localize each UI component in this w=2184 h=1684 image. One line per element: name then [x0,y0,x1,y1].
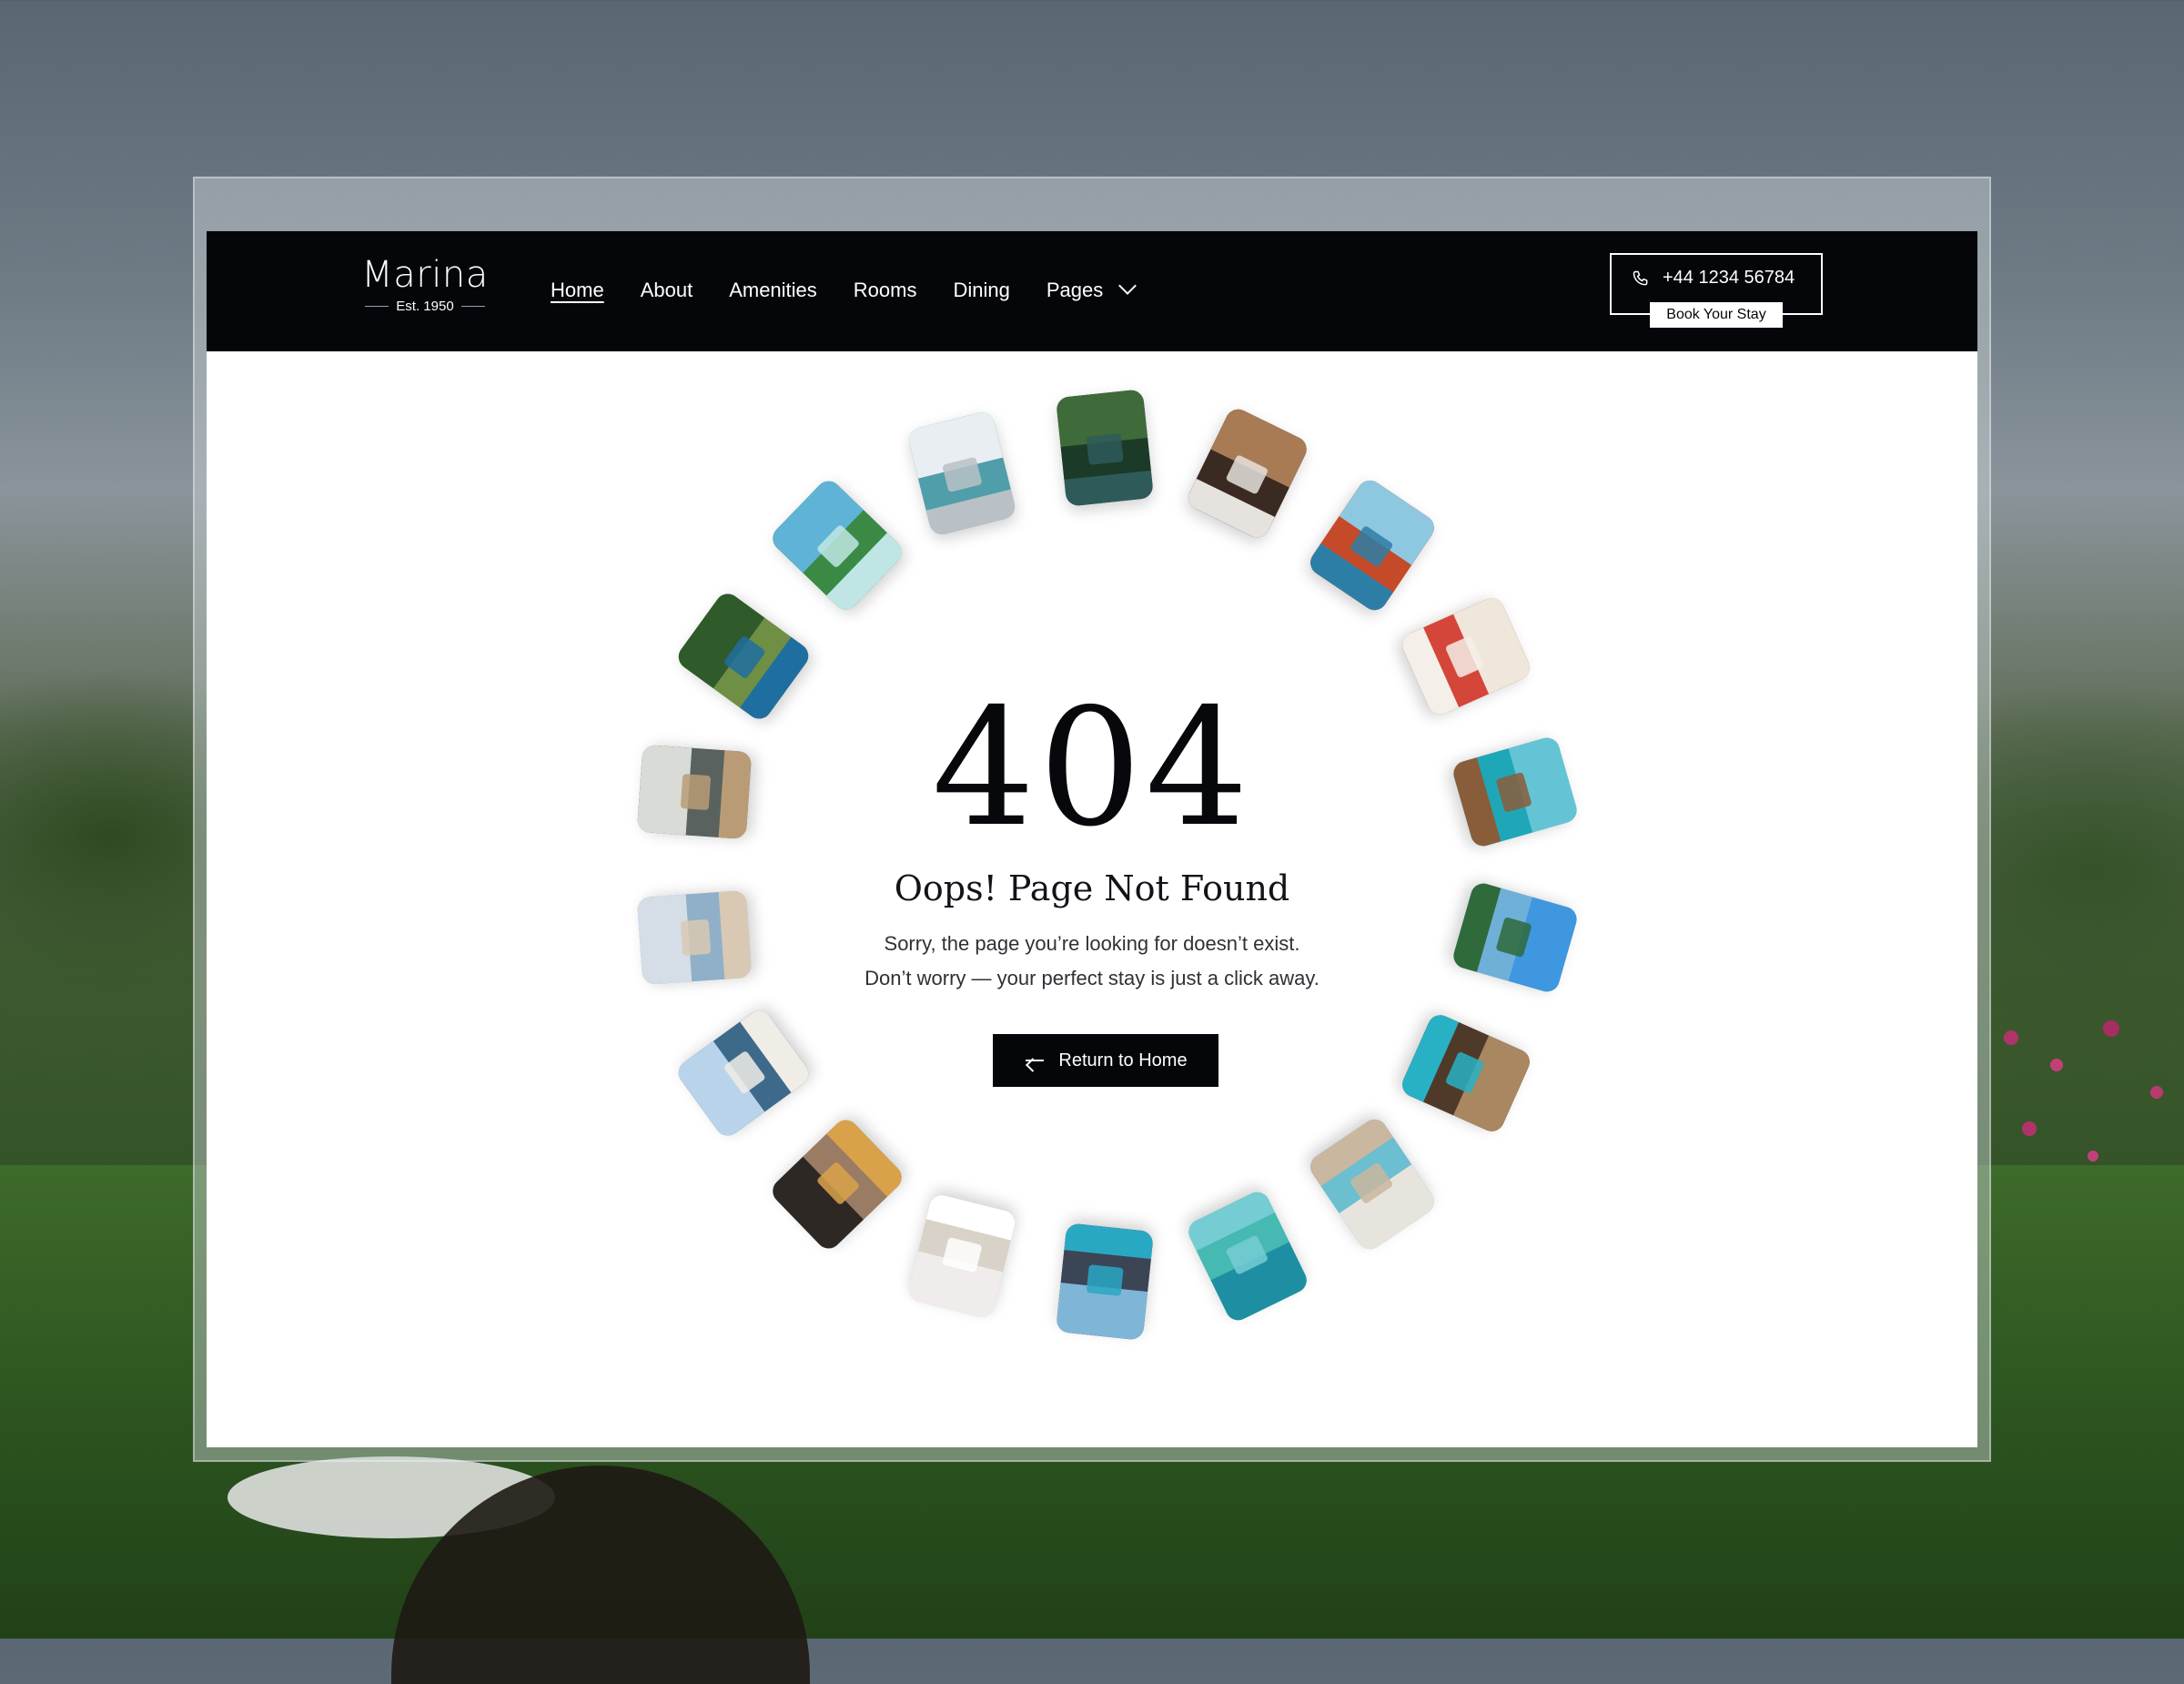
error-code: 404 [932,674,1252,862]
tropical-island-photo [767,475,907,615]
dining-table-photo [767,1114,907,1254]
background-flowers [1975,983,2184,1220]
chef-dish-photo [1184,404,1311,542]
living-room-photo [906,409,1018,537]
beach-cabana-photo [1306,1114,1440,1254]
poolside-loungers-photo [1306,475,1440,615]
stilt-villas-photo [1398,1010,1533,1136]
return-home-button[interactable]: Return to Home [993,1034,1218,1087]
resort-pool-photo [1055,1222,1155,1341]
error-message-line1: Sorry, the page you’re looking for doesn… [884,932,1300,955]
return-home-label: Return to Home [1058,1050,1188,1070]
error-message-line2: Don’t worry — your perfect stay is just … [864,967,1320,989]
palm-pool-photo [1055,389,1155,507]
error-title: Oops! Page Not Found [894,868,1290,908]
blue-bedroom-photo [673,1005,814,1141]
page-viewport: Marina Est. 1950 Home About Amenities Ro… [207,231,1977,1447]
arrow-left-icon [1024,1053,1045,1068]
white-bedroom-photo [906,1192,1018,1321]
aerial-island-photo [1184,1188,1311,1325]
